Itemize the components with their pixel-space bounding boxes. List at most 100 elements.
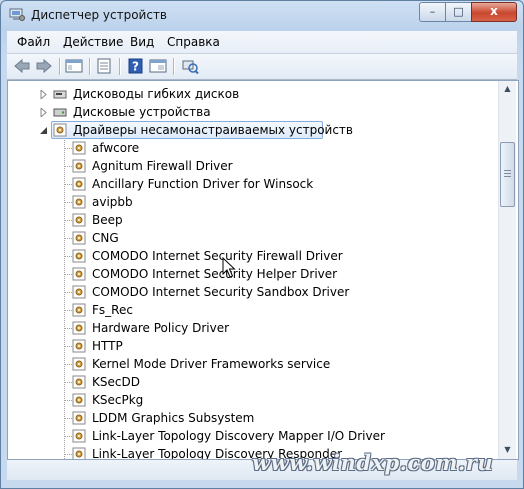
driver-list-item[interactable]: Ancillary Function Driver for Winsock	[8, 175, 488, 193]
driver-name: KSecDD	[92, 375, 140, 389]
vertical-scrollbar[interactable]: ▲ ▼	[498, 81, 516, 459]
tree-guide-branch	[64, 256, 72, 257]
driver-name: KSecPkg	[92, 393, 144, 407]
tree-guide-branch	[64, 310, 72, 311]
driver-icon	[72, 249, 86, 263]
grip-line	[504, 173, 511, 174]
driver-icon	[72, 213, 86, 227]
scan-hardware-icon[interactable]	[181, 58, 199, 74]
driver-name: CNG	[92, 231, 119, 245]
driver-name: HTTP	[92, 339, 123, 353]
close-icon: x	[490, 4, 498, 18]
tree-category-label: Дисководы гибких дисков	[73, 87, 240, 101]
driver-category-icon	[53, 123, 67, 137]
driver-icon	[72, 375, 86, 389]
driver-icon	[72, 141, 86, 155]
maximize-button[interactable]: □	[445, 2, 472, 22]
driver-name: Hardware Policy Driver	[92, 321, 230, 335]
tree-guide-branch	[64, 328, 72, 329]
floppy-drive-icon	[53, 90, 67, 99]
disk-drive-icon	[53, 108, 67, 117]
driver-list-item[interactable]: Beep	[8, 211, 488, 229]
driver-name: COMODO Internet Security Helper Driver	[92, 267, 338, 281]
driver-list-item[interactable]: COMODO Internet Security Helper Driver	[8, 265, 488, 283]
driver-icon	[72, 267, 86, 281]
mouse-cursor-icon	[222, 257, 236, 278]
driver-name: Agnitum Firewall Driver	[92, 159, 233, 173]
toolbar: ?	[7, 54, 517, 80]
driver-name: LDDM Graphics Subsystem	[92, 411, 255, 425]
driver-list-item[interactable]: Agnitum Firewall Driver	[8, 157, 488, 175]
toolbar-separator	[173, 58, 174, 75]
expand-icon[interactable]	[39, 108, 48, 117]
driver-icon	[72, 393, 86, 407]
scrollbar-thumb[interactable]	[500, 142, 515, 207]
console-tree-icon[interactable]	[65, 58, 83, 74]
driver-list-item[interactable]: CNG	[8, 229, 488, 247]
minimize-button[interactable]: –	[419, 2, 446, 22]
driver-list-item[interactable]: Link-Layer Topology Discovery Mapper I/O…	[8, 427, 488, 445]
driver-list-item[interactable]: HTTP	[8, 337, 488, 355]
tree-category-floppy[interactable]: Дисководы гибких дисков	[8, 85, 488, 103]
expand-icon[interactable]	[39, 90, 48, 99]
tree-guide-branch	[64, 202, 72, 203]
menu-help[interactable]: Справка	[167, 35, 220, 49]
tree-category-non-pnp-drivers[interactable]: Драйверы несамонастраиваемых устройств	[8, 121, 488, 139]
driver-list-item[interactable]: KSecPkg	[8, 391, 488, 409]
driver-list-item[interactable]: KSecDD	[8, 373, 488, 391]
back-arrow-icon[interactable]	[13, 58, 31, 74]
driver-list-item[interactable]: Kernel Mode Driver Frameworks service	[8, 355, 488, 373]
driver-icon	[72, 357, 86, 371]
window-title: Диспетчер устройств	[31, 8, 168, 22]
driver-icon	[72, 285, 86, 299]
driver-list-item[interactable]: Fs_Rec	[8, 301, 488, 319]
driver-name: avipbb	[92, 195, 133, 209]
tree-guide-branch	[64, 454, 72, 455]
scroll-up-icon[interactable]: ▲	[501, 82, 514, 96]
device-manager-window: Диспетчер устройств – □ x Файл Действие …	[0, 0, 524, 489]
driver-list-item[interactable]: COMODO Internet Security Sandbox Driver	[8, 283, 488, 301]
tree-guide-branch	[64, 220, 72, 221]
driver-icon	[72, 411, 86, 425]
menu-action[interactable]: Действие	[63, 35, 123, 49]
driver-name: Ancillary Function Driver for Winsock	[92, 177, 314, 191]
toolbar-separator	[119, 58, 120, 75]
menu-view[interactable]: Вид	[130, 35, 154, 49]
close-button[interactable]: x	[471, 2, 517, 22]
driver-name: Kernel Mode Driver Frameworks service	[92, 357, 331, 371]
svg-text:?: ?	[132, 60, 139, 74]
scroll-down-icon[interactable]: ▼	[501, 443, 514, 457]
driver-list-item[interactable]: COMODO Internet Security Firewall Driver	[8, 247, 488, 265]
driver-list-item[interactable]: avipbb	[8, 193, 488, 211]
driver-icon	[72, 231, 86, 245]
tree-guide-branch	[64, 400, 72, 401]
menu-file[interactable]: Файл	[17, 35, 50, 49]
title-bar[interactable]: Диспетчер устройств – □ x	[1, 1, 523, 31]
grip-line	[504, 176, 511, 177]
menu-bar: Файл Действие Вид Справка	[7, 31, 517, 54]
driver-icon	[72, 321, 86, 335]
tree-guide-branch	[64, 418, 72, 419]
driver-name: COMODO Internet Security Sandbox Driver	[92, 285, 350, 299]
toolbar-separator	[59, 58, 60, 75]
tree-guide-branch	[64, 436, 72, 437]
driver-list-item[interactable]: Hardware Policy Driver	[8, 319, 488, 337]
forward-arrow-icon[interactable]	[35, 58, 53, 74]
tree-guide-branch	[64, 346, 72, 347]
driver-list-item[interactable]: afwcore	[8, 139, 488, 157]
driver-name: Beep	[92, 213, 123, 227]
driver-icon	[72, 447, 86, 459]
driver-icon	[72, 177, 86, 191]
tree-category-label: Драйверы несамонастраиваемых устройств	[73, 123, 353, 137]
driver-icon	[72, 339, 86, 353]
driver-list-item[interactable]: LDDM Graphics Subsystem	[8, 409, 488, 427]
properties-icon[interactable]	[95, 58, 113, 74]
device-tree-panel[interactable]: Дисководы гибких дисков Дисковые устройс…	[7, 80, 519, 460]
help-icon[interactable]: ?	[127, 58, 145, 74]
tree-guide-branch	[64, 148, 72, 149]
show-hide-icon[interactable]	[149, 58, 167, 74]
collapse-icon[interactable]	[39, 126, 48, 135]
tree-category-disk[interactable]: Дисковые устройства	[8, 103, 488, 121]
tree-guide-branch	[64, 364, 72, 365]
device-manager-app-icon	[9, 8, 25, 21]
